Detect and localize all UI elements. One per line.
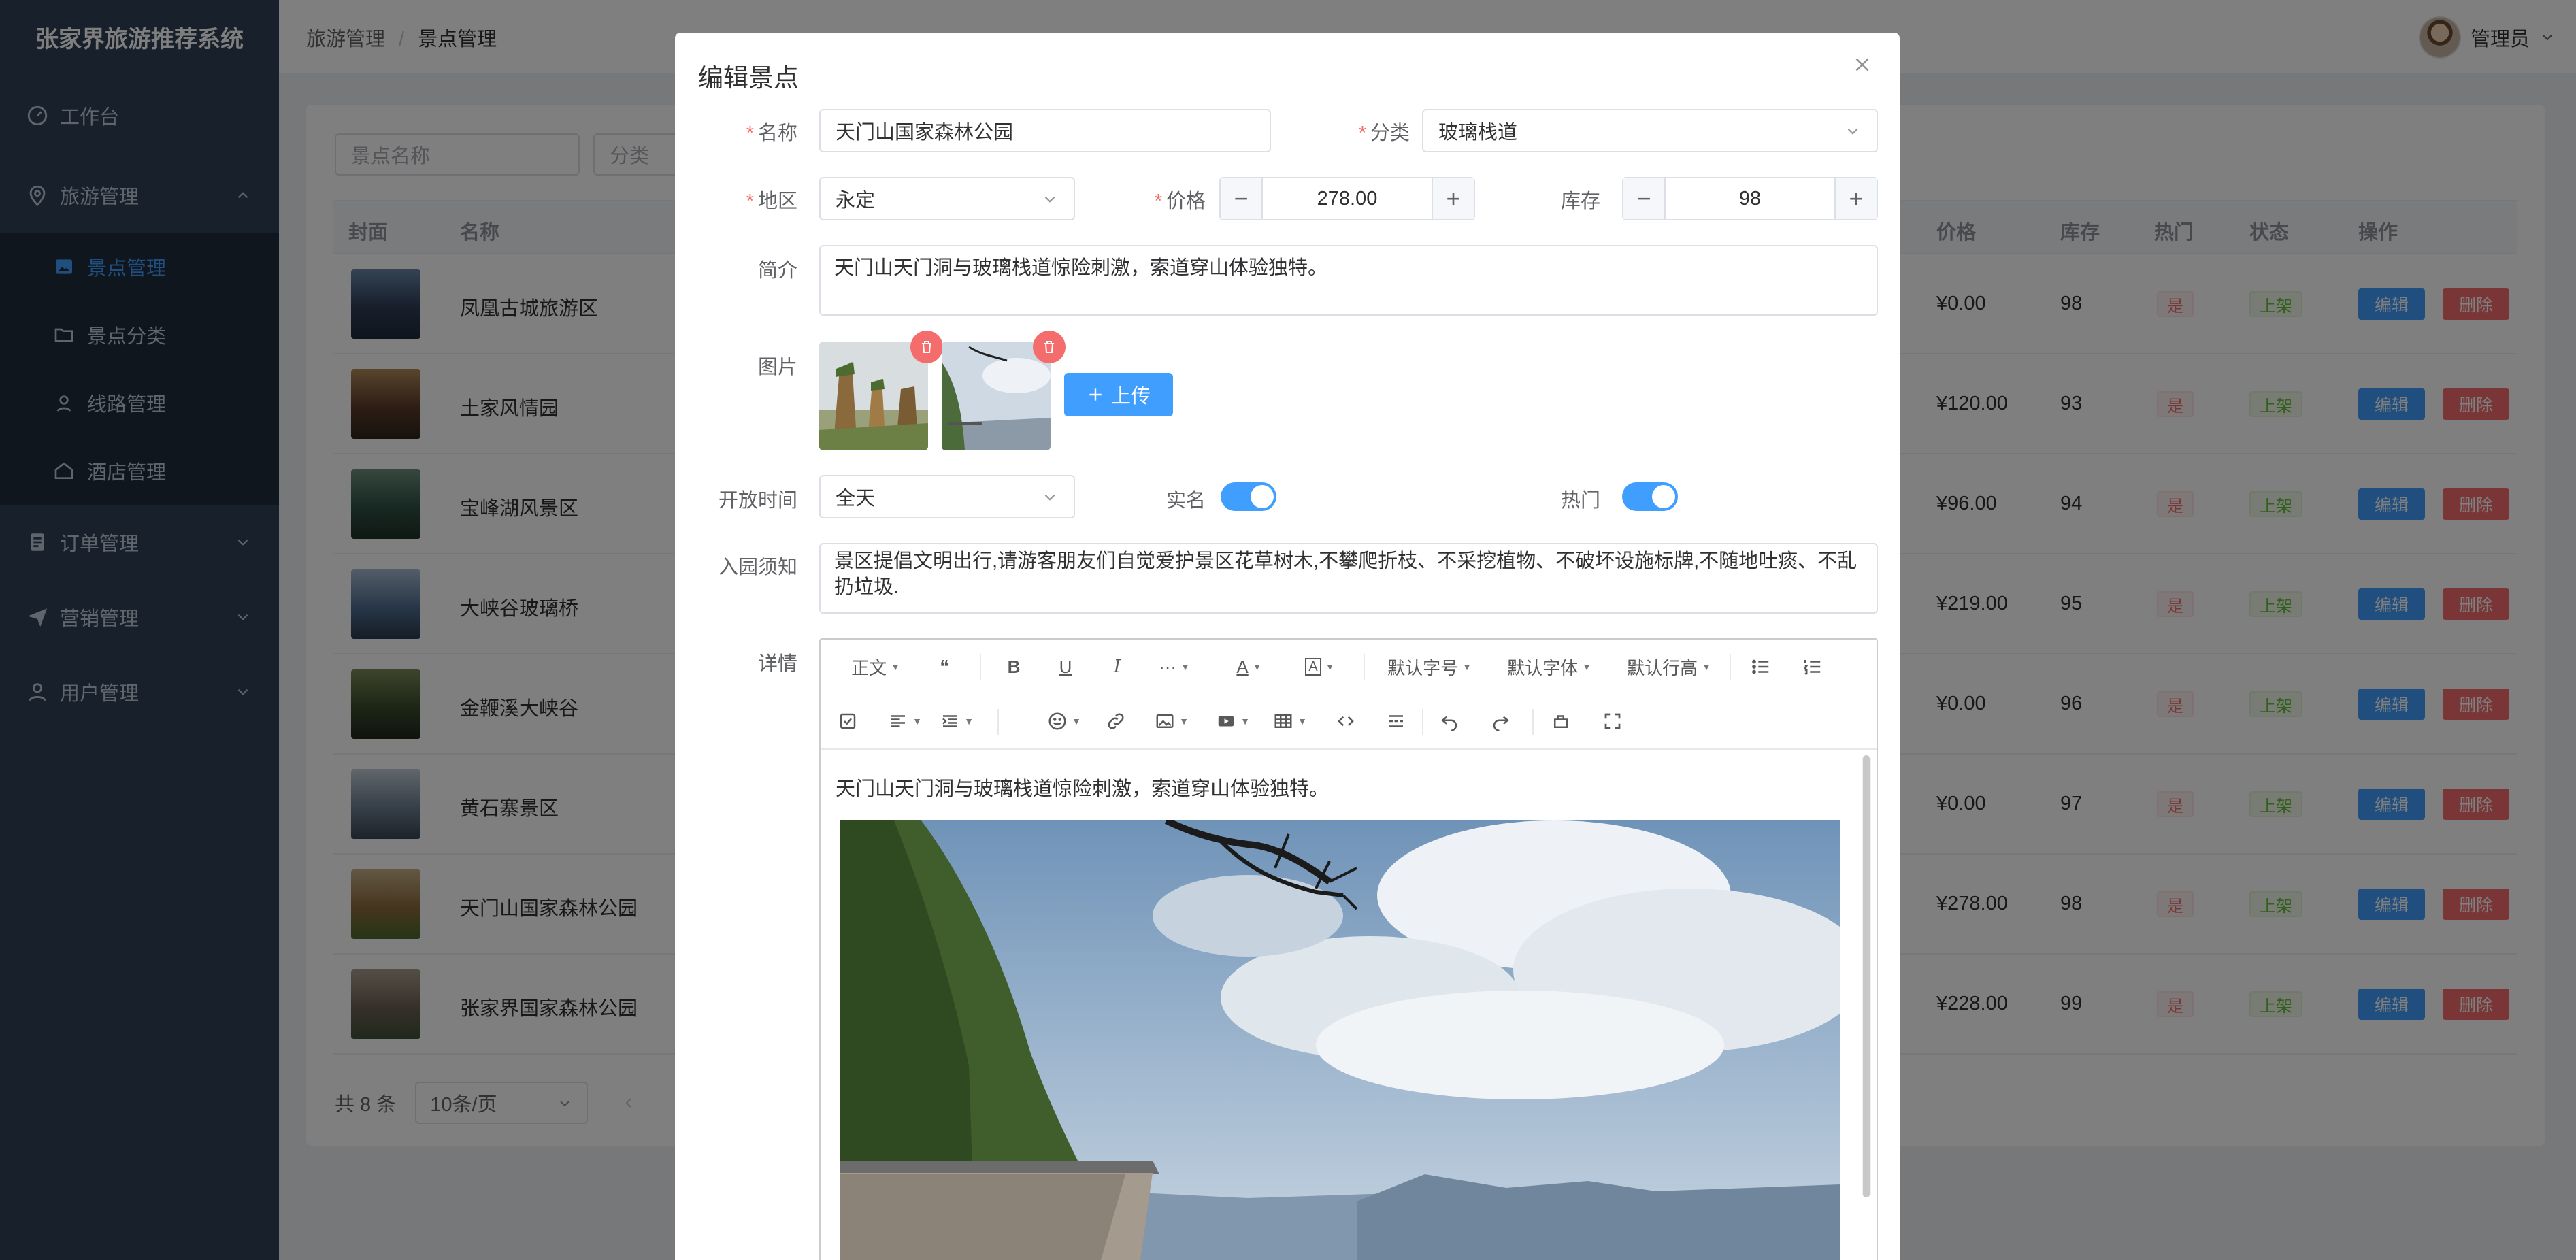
intro-label: 简介 bbox=[757, 260, 797, 282]
region-value: 永定 bbox=[836, 190, 876, 212]
align-icon[interactable]: ▼ bbox=[886, 708, 924, 735]
cliff-photo bbox=[942, 342, 1051, 450]
todo-checkbox-icon[interactable] bbox=[834, 708, 861, 735]
toolbar-divider bbox=[1532, 709, 1534, 735]
trash-icon bbox=[1044, 341, 1054, 353]
price-increase-button[interactable]: + bbox=[1432, 178, 1474, 219]
quote-icon[interactable]: ❝ bbox=[931, 653, 958, 680]
tianmen-cliff-photo bbox=[840, 820, 1840, 1260]
paragraph-style-dropdown[interactable]: 正文 ▼ bbox=[845, 653, 906, 680]
name-label: * 名称 bbox=[746, 122, 797, 144]
region-label: * 地区 bbox=[746, 190, 797, 212]
font-size-dropdown[interactable]: 默认字号 ▼ bbox=[1385, 653, 1474, 680]
upload-button[interactable]: 上传 bbox=[1064, 373, 1173, 416]
dialog-title: 编辑景点 bbox=[698, 64, 799, 92]
emoji-icon[interactable]: ▼ bbox=[1045, 708, 1083, 735]
images-label: 图片 bbox=[757, 357, 797, 378]
italic-icon[interactable]: I bbox=[1104, 653, 1131, 680]
upload-label: 上传 bbox=[1110, 386, 1151, 408]
editor-scrollbar[interactable] bbox=[1862, 755, 1871, 1197]
open-time-label: 开放时间 bbox=[718, 490, 797, 512]
category-value: 玻璃栈道 bbox=[1438, 122, 1518, 144]
clear-format-icon[interactable] bbox=[1547, 708, 1574, 735]
detail-label: 详情 bbox=[757, 653, 797, 675]
toolbar-divider bbox=[980, 654, 981, 680]
name-input[interactable]: 天门山国家森林公园 bbox=[819, 109, 1271, 152]
price-label: * 价格 bbox=[1154, 190, 1206, 212]
close-icon[interactable] bbox=[1851, 53, 1874, 76]
code-icon[interactable] bbox=[1332, 708, 1359, 735]
open-time-value: 全天 bbox=[836, 488, 876, 510]
font-family-dropdown[interactable]: 默认字体 ▼ bbox=[1505, 653, 1594, 680]
undo-icon[interactable] bbox=[1436, 708, 1463, 735]
notice-label: 入园须知 bbox=[718, 557, 797, 578]
price-stepper[interactable]: − 278.00 + bbox=[1219, 177, 1475, 220]
hot-label: 热门 bbox=[1560, 490, 1600, 512]
redo-icon[interactable] bbox=[1487, 708, 1515, 735]
underline-icon[interactable]: U bbox=[1052, 653, 1079, 680]
stock-increase-button[interactable]: + bbox=[1834, 178, 1877, 219]
region-select[interactable]: 永定 bbox=[819, 177, 1075, 220]
font-color-icon[interactable]: A ▼ bbox=[1230, 653, 1268, 680]
stock-stepper[interactable]: − 98 + bbox=[1622, 177, 1878, 220]
editor-content[interactable]: 天门山天门洞与玻璃栈道惊险刺激，索道穿山体验独特。 bbox=[821, 750, 1877, 1260]
indent-icon[interactable]: ▼ bbox=[938, 708, 976, 735]
toolbar-divider bbox=[1422, 709, 1423, 735]
bulleted-list-icon[interactable] bbox=[1747, 653, 1774, 680]
editor-toolbar: 正文 ▼ ❝ B U I ··· ▼ A ▼ A ▼ 默认字号 ▼ 默认字体 ▼ 默认行高 ▼… bbox=[821, 640, 1877, 750]
delete-image-button[interactable] bbox=[1033, 331, 1066, 363]
background-color-icon[interactable]: A ▼ bbox=[1301, 653, 1339, 680]
price-value[interactable]: 278.00 bbox=[1263, 178, 1432, 219]
toolbar-divider bbox=[1730, 654, 1731, 680]
editor-image[interactable] bbox=[840, 820, 1840, 1260]
line-height-dropdown[interactable]: 默认行高 ▼ bbox=[1625, 653, 1713, 680]
edit-scenic-dialog: 编辑景点 * 名称 天门山国家森林公园 * 分类 玻璃栈道 * 地区 永定 * 价格 −… bbox=[675, 33, 1900, 1260]
stock-value[interactable]: 98 bbox=[1666, 178, 1834, 219]
divider-icon[interactable] bbox=[1383, 708, 1410, 735]
stock-decrease-button[interactable]: − bbox=[1623, 178, 1666, 219]
chevron-down-icon bbox=[1044, 196, 1055, 203]
link-icon[interactable] bbox=[1102, 708, 1129, 735]
rich-text-editor: 正文 ▼ ❝ B U I ··· ▼ A ▼ A ▼ 默认字号 ▼ 默认字体 ▼ 默认行高 ▼… bbox=[819, 638, 1878, 1260]
price-decrease-button[interactable]: − bbox=[1221, 178, 1263, 219]
editor-paragraph[interactable]: 天门山天门洞与玻璃栈道惊险刺激，索道穿山体验独特。 bbox=[836, 773, 1329, 801]
toolbar-divider bbox=[997, 709, 999, 735]
category-select[interactable]: 玻璃栈道 bbox=[1422, 109, 1878, 152]
stock-label: 库存 bbox=[1560, 190, 1600, 212]
numbered-list-icon[interactable] bbox=[1799, 653, 1826, 680]
chevron-down-icon bbox=[1044, 494, 1055, 501]
open-time-select[interactable]: 全天 bbox=[819, 475, 1075, 518]
chevron-down-icon bbox=[1847, 128, 1858, 135]
bold-icon[interactable]: B bbox=[1000, 653, 1027, 680]
mountain-photo bbox=[819, 342, 928, 450]
plus-icon bbox=[1089, 388, 1102, 401]
notice-textarea[interactable]: 景区提倡文明出行,请游客朋友们自觉爱护景区花草树木,不攀爬折枝、不采挖植物、不破… bbox=[819, 543, 1878, 614]
image-thumbnail[interactable] bbox=[942, 342, 1051, 450]
toolbar-divider bbox=[1364, 654, 1365, 680]
table-icon[interactable]: ▼ bbox=[1271, 708, 1309, 735]
realname-switch[interactable] bbox=[1221, 482, 1276, 511]
more-style-icon[interactable]: ··· ▼ bbox=[1155, 653, 1193, 680]
image-thumbnail[interactable] bbox=[819, 342, 928, 450]
image-icon[interactable]: ▼ bbox=[1153, 708, 1191, 735]
realname-label: 实名 bbox=[1166, 490, 1206, 512]
fullscreen-icon[interactable] bbox=[1599, 708, 1626, 735]
category-label: * 分类 bbox=[1358, 122, 1410, 144]
delete-image-button[interactable] bbox=[910, 331, 943, 363]
trash-icon bbox=[922, 341, 931, 353]
app-root: 张家界旅游推荐系统 工作台 旅游管理 景点管理 景点分类 线路管理 酒店管理 bbox=[0, 0, 2576, 1260]
video-icon[interactable]: ▼ bbox=[1214, 708, 1252, 735]
intro-textarea[interactable]: 天门山天门洞与玻璃栈道惊险刺激，索道穿山体验独特。 bbox=[819, 245, 1878, 316]
hot-switch[interactable] bbox=[1622, 482, 1678, 511]
